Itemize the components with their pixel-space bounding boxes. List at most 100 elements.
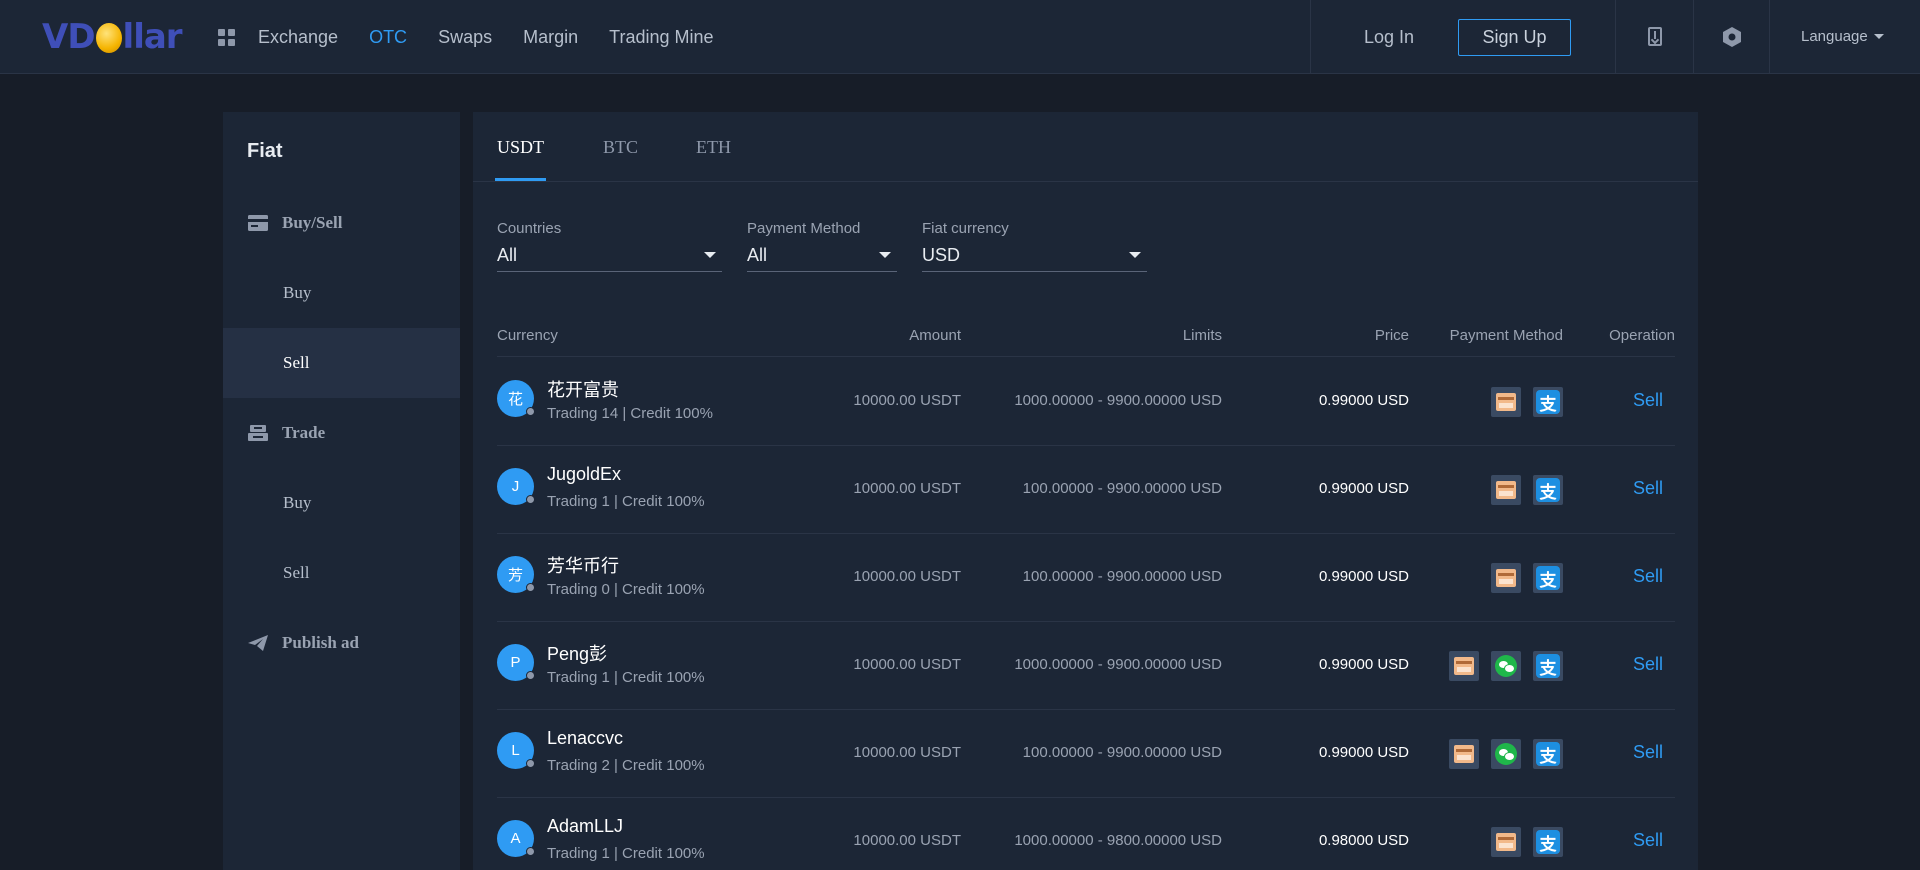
language-label: Language [1801, 28, 1868, 45]
online-status-dot [526, 847, 535, 856]
countries-select[interactable]: Countries All [497, 220, 722, 272]
nav-otc[interactable]: OTC [369, 27, 407, 48]
wechat-pay-icon [1491, 651, 1521, 681]
merchant-name[interactable]: Lenaccvc [547, 728, 623, 749]
bank-card-icon [1491, 827, 1521, 857]
table-row: J JugoldEx Trading 1 | Credit 100% 10000.00… [497, 446, 1675, 534]
sidebar: Fiat Buy/Sell Buy Sell Trade Buy Sell Pu… [223, 112, 460, 870]
col-amount: Amount [909, 327, 961, 344]
tab-eth[interactable]: ETH [696, 137, 731, 158]
online-status-dot [526, 407, 535, 416]
sidebar-item-sell[interactable]: Sell [223, 328, 460, 398]
bank-card-icon [1449, 739, 1479, 769]
filter-value: USD [922, 245, 961, 265]
avatar[interactable]: A [497, 820, 535, 857]
nav-trading-mine[interactable]: Trading Mine [609, 27, 713, 48]
login-link[interactable]: Log In [1364, 27, 1414, 48]
tab-usdt[interactable]: USDT [497, 137, 544, 158]
price-value: 0.99000 USD [1318, 392, 1409, 409]
merchant-name[interactable]: 花开富贵 [547, 376, 619, 402]
nav-margin[interactable]: Margin [523, 27, 578, 48]
sidebar-group-trade[interactable]: Trade [223, 398, 460, 468]
col-payment-method: Payment Method [1449, 327, 1563, 344]
limits-value: 100.00000 - 9900.00000 USD [1022, 568, 1222, 585]
payment-method-select[interactable]: Payment Method All [747, 220, 897, 272]
alipay-icon: 支 [1533, 563, 1563, 593]
limits-value: 100.00000 - 9900.00000 USD [1022, 744, 1222, 761]
sidebar-group-label: Publish ad [282, 633, 360, 652]
sidebar-group-publish-ad[interactable]: Publish ad [223, 608, 460, 678]
fiat-currency-select[interactable]: Fiat currency USD [922, 220, 1147, 272]
settings-hex-icon[interactable] [1721, 26, 1743, 48]
otc-panel: USDT BTC ETH Countries All Payment Metho… [473, 112, 1698, 870]
merchant-name[interactable]: Peng彭 [547, 640, 607, 666]
tab-btc[interactable]: BTC [603, 137, 638, 158]
amount-value: 10000.00 USDT [853, 392, 961, 409]
alipay-icon: 支 [1533, 739, 1563, 769]
merchant-stats: Trading 14 | Credit 100% [547, 405, 713, 422]
table-header: Currency Amount Limits Price Payment Met… [497, 317, 1675, 357]
price-value: 0.99000 USD [1318, 568, 1409, 585]
col-limits: Limits [1182, 327, 1222, 344]
header-divider [1310, 0, 1311, 74]
payment-methods: 支 [1437, 739, 1563, 769]
price-value: 0.99000 USD [1318, 480, 1409, 497]
avatar-initial: 花 [507, 391, 523, 408]
alipay-icon: 支 [1533, 651, 1563, 681]
avatar[interactable]: 花 [497, 380, 535, 417]
sell-button[interactable]: Sell [1633, 478, 1663, 499]
nav-swaps[interactable]: Swaps [438, 27, 492, 48]
sell-button[interactable]: Sell [1633, 830, 1663, 851]
top-header: VD llar Exchange OTC Swaps Margin Trading… [0, 0, 1920, 74]
download-icon[interactable] [1648, 27, 1662, 46]
avatar[interactable]: L [497, 732, 535, 769]
alipay-icon: 支 [1533, 827, 1563, 857]
filter-label: Payment Method [747, 220, 861, 237]
amount-value: 10000.00 USDT [853, 832, 961, 849]
signup-button[interactable]: Sign Up [1458, 19, 1571, 56]
avatar-initial: P [510, 654, 521, 671]
merchant-name[interactable]: JugoldEx [547, 464, 621, 485]
price-value: 0.99000 USD [1318, 744, 1409, 761]
merchant-name[interactable]: AdamLLJ [547, 816, 623, 837]
avatar-initial: 芳 [507, 567, 523, 584]
filter-label: Fiat currency [922, 220, 1009, 237]
sidebar-item-trade-buy[interactable]: Buy [223, 468, 460, 538]
sidebar-group-label: Buy/Sell [282, 213, 343, 232]
avatar-initial: A [510, 830, 521, 847]
nav-exchange[interactable]: Exchange [258, 27, 338, 48]
sell-button[interactable]: Sell [1633, 654, 1663, 675]
avatar[interactable]: J [497, 468, 535, 505]
limits-value: 1000.00000 - 9900.00000 USD [1014, 656, 1222, 673]
avatar[interactable]: P [497, 644, 535, 681]
payment-methods: 支 [1479, 387, 1563, 417]
caret-down-icon [879, 252, 891, 258]
online-status-dot [526, 759, 535, 768]
payment-methods: 支 [1479, 827, 1563, 857]
merchant-name[interactable]: 芳华币行 [547, 552, 619, 578]
trade-icon [248, 425, 268, 441]
chevron-down-icon [1873, 34, 1884, 39]
table-row: 花 花开富贵 Trading 14 | Credit 100% 10000.00 US… [497, 358, 1675, 446]
sidebar-item-buy[interactable]: Buy [223, 258, 460, 328]
sell-button[interactable]: Sell [1633, 566, 1663, 587]
caret-down-icon [704, 252, 716, 258]
limits-value: 1000.00000 - 9800.00000 USD [1014, 832, 1222, 849]
merchant-stats: Trading 1 | Credit 100% [547, 669, 705, 686]
alipay-icon: 支 [1533, 387, 1563, 417]
table-row: P Peng彭 Trading 1 | Credit 100% 10000.00 US… [497, 622, 1675, 710]
col-price: Price [1374, 327, 1409, 344]
header-divider [1693, 0, 1694, 74]
language-selector[interactable]: Language [1801, 28, 1884, 45]
vdollar-logo[interactable]: VD llar [42, 17, 183, 57]
limits-value: 1000.00000 - 9900.00000 USD [1014, 392, 1222, 409]
merchant-stats: Trading 0 | Credit 100% [547, 581, 705, 598]
avatar[interactable]: 芳 [497, 556, 535, 593]
sell-button[interactable]: Sell [1633, 390, 1663, 411]
sidebar-group-buy-sell[interactable]: Buy/Sell [223, 188, 460, 258]
bank-card-icon [1491, 563, 1521, 593]
sidebar-item-trade-sell[interactable]: Sell [223, 538, 460, 608]
apps-grid-icon[interactable] [218, 29, 235, 46]
table-row: A AdamLLJ Trading 1 | Credit 100% 10000.00 … [497, 798, 1675, 870]
sell-button[interactable]: Sell [1633, 742, 1663, 763]
